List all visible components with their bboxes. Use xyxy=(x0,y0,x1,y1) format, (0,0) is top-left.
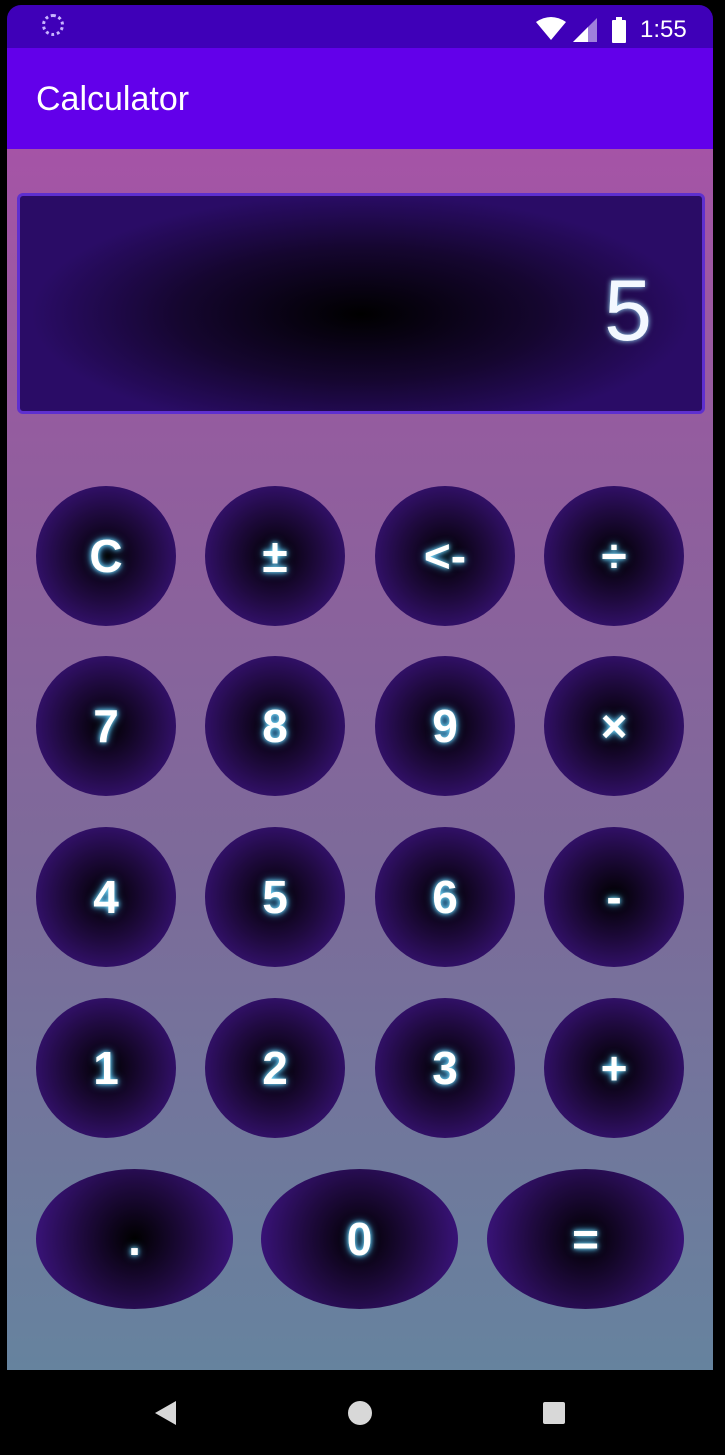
clear-button[interactable]: C xyxy=(36,486,176,626)
equals-button[interactable]: = xyxy=(487,1169,684,1309)
status-bar: 1:55 xyxy=(7,5,713,48)
app-title: Calculator xyxy=(36,80,190,118)
recents-icon[interactable] xyxy=(542,1401,566,1425)
multiply-button[interactable]: × xyxy=(544,656,684,796)
display-value: 5 xyxy=(604,263,652,359)
digit-7-button[interactable]: 7 xyxy=(36,656,176,796)
battery-icon xyxy=(612,17,626,43)
back-icon[interactable] xyxy=(154,1400,178,1426)
digit-9-button[interactable]: 9 xyxy=(375,656,515,796)
navigation-bar xyxy=(0,1370,725,1455)
plus-minus-button[interactable]: ± xyxy=(205,486,345,626)
app-bar: Calculator xyxy=(7,48,713,149)
divide-button[interactable]: ÷ xyxy=(544,486,684,626)
digit-8-button[interactable]: 8 xyxy=(205,656,345,796)
calculator-body: 5 C ± <- ÷ 7 8 9 × 4 5 6 - 1 2 3 + . 0 = xyxy=(7,149,713,1370)
subtract-button[interactable]: - xyxy=(544,827,684,967)
status-time: 1:55 xyxy=(640,16,687,43)
digit-3-button[interactable]: 3 xyxy=(375,998,515,1138)
loading-icon xyxy=(42,14,64,36)
wifi-icon xyxy=(536,17,566,40)
phone-screen: 1:55 Calculator 5 C ± <- ÷ 7 8 9 × 4 5 6… xyxy=(0,0,725,1455)
digit-6-button[interactable]: 6 xyxy=(375,827,515,967)
add-button[interactable]: + xyxy=(544,998,684,1138)
digit-1-button[interactable]: 1 xyxy=(36,998,176,1138)
decimal-button[interactable]: . xyxy=(36,1169,233,1309)
backspace-button[interactable]: <- xyxy=(375,486,515,626)
digit-4-button[interactable]: 4 xyxy=(36,827,176,967)
digit-5-button[interactable]: 5 xyxy=(205,827,345,967)
home-icon[interactable] xyxy=(347,1400,373,1426)
digit-2-button[interactable]: 2 xyxy=(205,998,345,1138)
result-display: 5 xyxy=(17,193,705,414)
signal-icon xyxy=(573,18,597,42)
digit-0-button[interactable]: 0 xyxy=(261,1169,458,1309)
